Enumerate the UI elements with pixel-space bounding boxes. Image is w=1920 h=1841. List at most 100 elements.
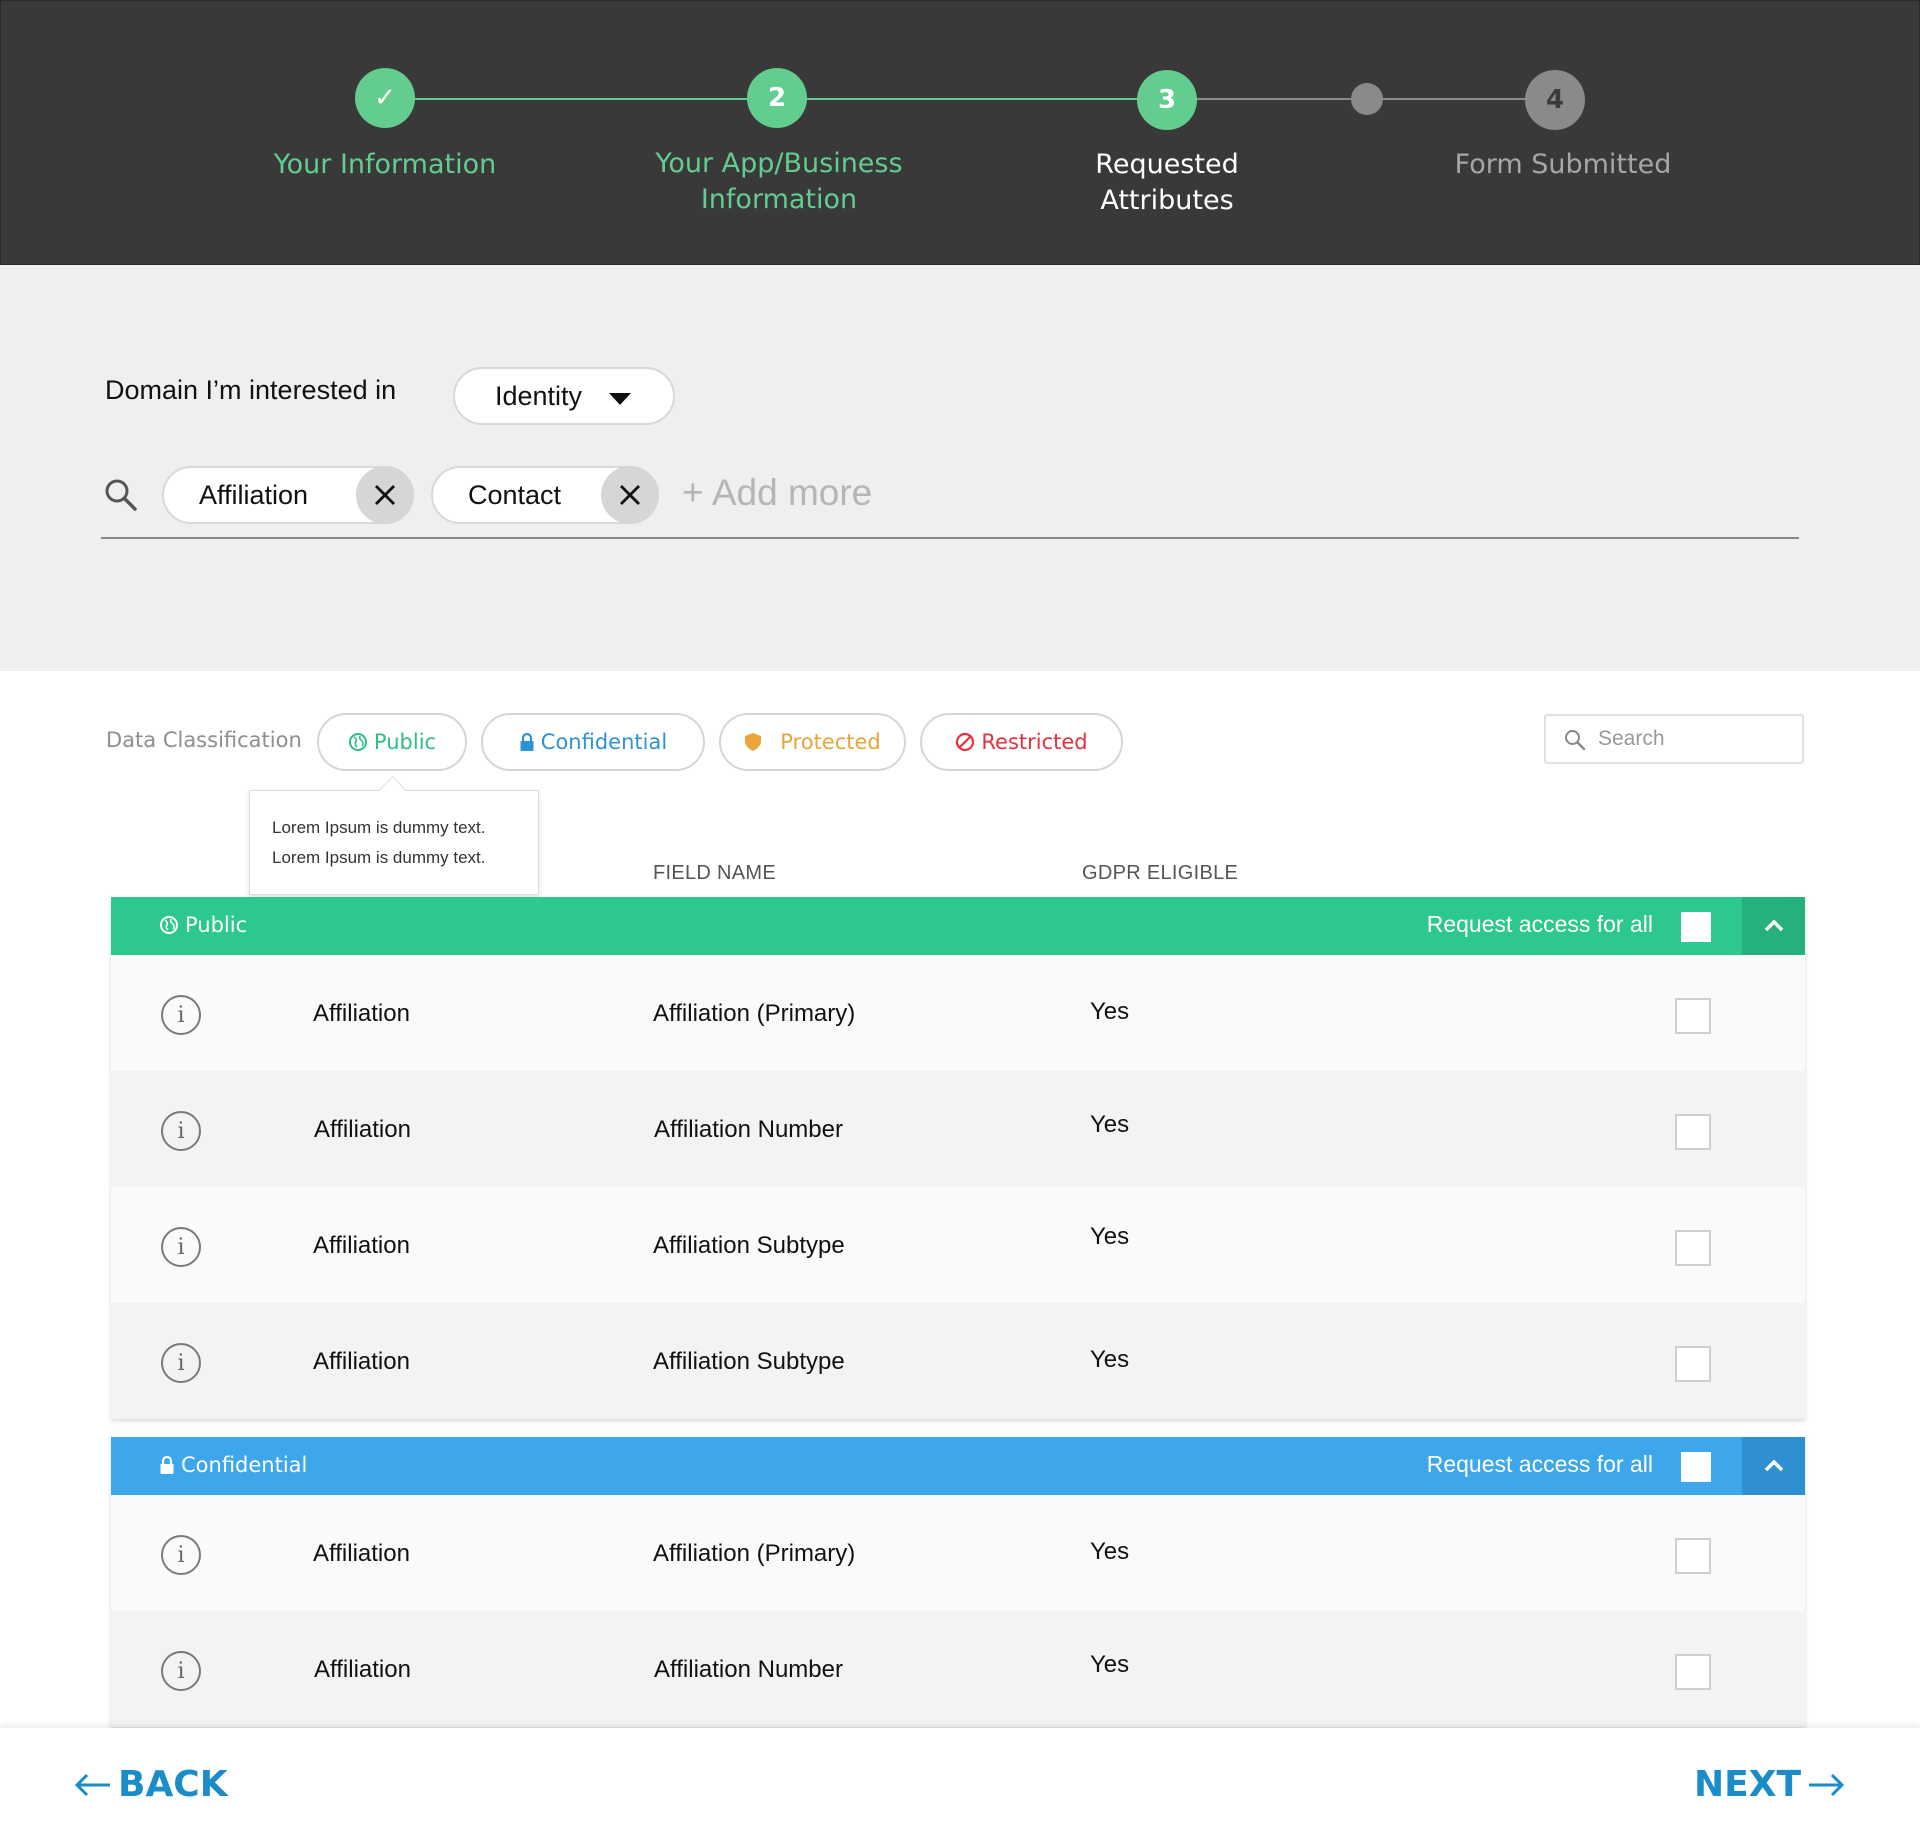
remove-chip-close-icon[interactable]	[356, 466, 414, 524]
filter-chip-affiliation: Affiliation	[162, 466, 414, 524]
step-2-label: Your App/Business Information	[655, 148, 903, 215]
domain-dropdown-value: Identity	[495, 380, 583, 411]
info-icon[interactable]: i	[161, 1535, 201, 1575]
request-access-checkbox[interactable]	[1675, 998, 1711, 1034]
tooltip-line: Lorem Ipsum is dummy text.	[272, 848, 486, 867]
step-connector-1	[415, 98, 747, 100]
gdpr-cell: Yes	[1090, 1111, 1130, 1138]
add-more-input[interactable]: + Add more	[682, 472, 872, 514]
table-row: i Affiliation Affiliation Subtype Yes	[111, 1187, 1805, 1303]
column-header-field-name: FIELD NAME	[653, 862, 777, 884]
arrow-left-icon	[74, 1773, 110, 1796]
request-access-all-label: Request access for all	[1426, 1451, 1653, 1477]
public-tooltip: Lorem Ipsum is dummy text. Lorem Ipsum i…	[249, 790, 539, 895]
globe-icon	[348, 733, 367, 751]
group-title-label: Public	[185, 913, 248, 937]
step-1-check-icon: ✓	[355, 68, 415, 128]
table-row: i Affiliation Affiliation (Primary) Yes	[111, 955, 1805, 1071]
next-label: NEXT	[1694, 1764, 1802, 1805]
chip-label: Affiliation	[199, 479, 309, 510]
pill-label: Confidential	[540, 730, 668, 754]
category-cell: Affiliation	[314, 1656, 411, 1683]
collapse-button[interactable]	[1742, 1437, 1805, 1495]
table-row: i Affiliation Affiliation Number Yes	[111, 1611, 1805, 1727]
info-icon[interactable]: i	[161, 1111, 201, 1151]
category-cell: Affiliation	[313, 1348, 410, 1375]
request-access-checkbox[interactable]	[1675, 1654, 1711, 1690]
pill-label: Protected	[780, 730, 881, 754]
gdpr-cell: Yes	[1090, 1538, 1130, 1565]
filter-pill-confidential[interactable]: Confidential	[481, 713, 705, 771]
filter-underline	[101, 537, 1799, 539]
domain-dropdown[interactable]: Identity	[453, 367, 675, 425]
search-input[interactable]: Search	[1544, 714, 1804, 764]
step-3-label: Requested Attributes	[1095, 149, 1239, 216]
category-cell: Affiliation	[313, 1540, 410, 1567]
gdpr-cell: Yes	[1090, 1651, 1130, 1678]
step-2-badge: 2	[747, 68, 807, 128]
remove-chip-close-icon[interactable]	[601, 466, 659, 524]
confidential-group-header: Confidential Request access for all	[111, 1437, 1805, 1495]
confidential-attributes-table: Confidential Request access for all i Af…	[111, 1437, 1805, 1727]
no-entry-icon	[956, 732, 975, 752]
collapse-button[interactable]	[1742, 897, 1805, 955]
field-name-cell: Affiliation Number	[654, 1116, 843, 1143]
progress-stepper: ✓ Your Information 2 Your App/Business I…	[0, 0, 1920, 265]
group-title: Confidential	[159, 1453, 307, 1477]
info-icon[interactable]: i	[161, 1343, 201, 1383]
step-progress-dot	[1351, 83, 1383, 115]
table-row: i Affiliation Affiliation Number Yes	[111, 1071, 1805, 1187]
field-name-cell: Affiliation Subtype	[653, 1232, 845, 1259]
request-access-all-checkbox[interactable]	[1681, 912, 1711, 942]
globe-icon	[160, 916, 178, 934]
filter-chip-contact: Contact	[431, 466, 659, 524]
lock-icon	[160, 1455, 174, 1474]
footer-nav: BACK NEXT	[0, 1728, 1920, 1841]
filter-panel: Domain I’m interested in Identity Affili…	[0, 265, 1920, 671]
field-name-cell: Affiliation (Primary)	[653, 1540, 856, 1567]
gdpr-cell: Yes	[1090, 1223, 1130, 1250]
info-icon[interactable]: i	[161, 1227, 201, 1267]
step-3-badge: 3	[1137, 70, 1197, 130]
info-icon[interactable]: i	[161, 1651, 201, 1691]
request-access-checkbox[interactable]	[1675, 1346, 1711, 1382]
search-placeholder: Search	[1598, 727, 1665, 750]
field-name-cell: Affiliation Subtype	[653, 1348, 845, 1375]
request-access-checkbox[interactable]	[1675, 1230, 1711, 1266]
filter-pill-restricted[interactable]: Restricted	[920, 713, 1123, 771]
pill-label: Public	[373, 730, 437, 754]
request-access-all-label: Request access for all	[1426, 911, 1653, 937]
table-row: i Affiliation Affiliation (Primary) Yes	[111, 1495, 1805, 1611]
data-classification-label: Data Classification	[106, 728, 302, 752]
filter-pill-protected[interactable]: Protected	[719, 713, 906, 771]
back-label: BACK	[118, 1764, 228, 1805]
request-access-checkbox[interactable]	[1675, 1114, 1711, 1150]
table-row: i Affiliation Affiliation Subtype Yes	[111, 1303, 1805, 1419]
filter-pill-public[interactable]: Public	[317, 713, 467, 771]
column-header-gdpr-eligible: GDPR ELIGIBLE	[1082, 862, 1239, 884]
domain-label: Domain I’m interested in	[105, 375, 397, 405]
search-icon	[105, 479, 137, 511]
chevron-up-icon	[1764, 1459, 1783, 1472]
public-group-header: Public Request access for all	[111, 897, 1805, 955]
back-button[interactable]: BACK	[74, 1764, 228, 1805]
category-cell: Affiliation	[313, 1232, 410, 1259]
gdpr-cell: Yes	[1090, 998, 1130, 1025]
group-title: Public	[159, 913, 247, 937]
field-name-cell: Affiliation (Primary)	[653, 1000, 856, 1027]
request-access-checkbox[interactable]	[1675, 1538, 1711, 1574]
caret-down-icon	[609, 393, 631, 405]
public-attributes-table: Public Request access for all i Affiliat…	[111, 897, 1805, 1419]
category-cell: Affiliation	[314, 1116, 411, 1143]
chip-label: Contact	[468, 479, 562, 510]
step-4-label: Form Submitted	[1454, 149, 1672, 180]
gdpr-cell: Yes	[1090, 1346, 1130, 1373]
info-icon[interactable]: i	[161, 995, 201, 1035]
search-icon	[1565, 730, 1586, 751]
chevron-up-icon	[1764, 919, 1783, 932]
next-button[interactable]: NEXT	[1694, 1764, 1845, 1805]
arrow-right-icon	[1809, 1773, 1845, 1796]
step-1-label: Your Information	[273, 149, 497, 180]
shield-icon	[745, 733, 762, 751]
request-access-all-checkbox[interactable]	[1681, 1452, 1711, 1482]
